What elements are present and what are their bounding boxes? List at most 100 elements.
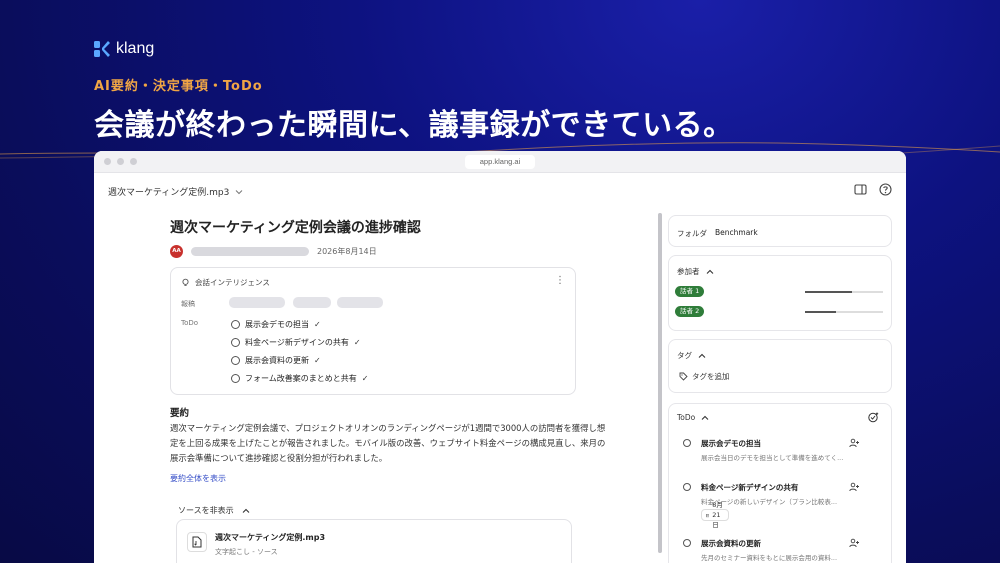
add-tag-button[interactable]: タグを追加: [679, 371, 730, 382]
intelligence-card: 会話インテリジェンス ⋮ 報稿 ToDo 展示会デモの担当 ✓ 料金ページ新デザ…: [170, 267, 576, 395]
source-file-name: 週次マーケティング定例.mp3: [215, 533, 326, 542]
todo-list: 展示会デモの担当 ✓ 料金ページ新デザインの共有 ✓ 展示会資料の更新 ✓ フォ…: [231, 315, 368, 387]
speaker-share-fill: [805, 291, 852, 293]
chevron-down-icon: [236, 189, 243, 194]
file-title-dropdown[interactable]: 週次マーケティング定例.mp3: [108, 185, 243, 198]
todo-item[interactable]: 料金ページ新デザインの共有 ✓: [231, 333, 368, 351]
todo-checkbox[interactable]: [683, 439, 691, 447]
add-tag-label: タグを追加: [692, 372, 730, 381]
url-bar[interactable]: app.klang.ai: [465, 155, 535, 169]
due-date-chip[interactable]: 8月21日: [701, 501, 730, 529]
todo-item[interactable]: 展示会資料の更新 ✓: [231, 351, 368, 369]
participants-panel: 参加者 話者 1 話者 2: [668, 255, 892, 331]
file-title-label: 週次マーケティング定例.mp3: [108, 188, 230, 198]
window-titlebar: app.klang.ai: [94, 151, 906, 173]
todo-item[interactable]: 展示会デモの担当 ✓: [231, 315, 368, 333]
scrollbar-thumb[interactable]: [658, 213, 662, 553]
speaker-share-bar: [805, 291, 883, 293]
todo-item-label: 展示会デモの担当: [245, 319, 309, 329]
toolbar: 週次マーケティング定例.mp3: [94, 173, 906, 207]
scrollbar[interactable]: [658, 213, 662, 553]
summary-heading: 要約: [170, 408, 190, 419]
doc-meta: AA 2026年8月14日: [170, 245, 377, 258]
todo-panel: ToDo 展示会デモの担当 展示会当日のデモを担当として準備を進めてく... 料…: [668, 403, 892, 563]
assign-user-icon[interactable]: [849, 538, 859, 548]
tag-icon: [679, 372, 688, 381]
hide-sources-toggle[interactable]: ソースを非表示: [178, 505, 250, 516]
source-file-sub: 文字起こし - ソース: [215, 548, 278, 556]
toolbar-icons: [854, 183, 892, 196]
todo-checkbox[interactable]: [231, 319, 240, 329]
folder-value[interactable]: Benchmark: [715, 228, 758, 237]
intelligence-heading: 会話インテリジェンス: [195, 278, 270, 287]
todo-item-label: フォーム改善案のまとめと共有: [245, 373, 357, 383]
speaker-badge[interactable]: 話者 1: [675, 286, 705, 297]
checkmark-icon: ✓: [353, 337, 361, 347]
help-icon[interactable]: [879, 183, 892, 196]
checkmark-icon: ✓: [314, 355, 321, 365]
chevron-up-icon: [706, 269, 713, 274]
todo-panel-header[interactable]: ToDo: [677, 413, 709, 422]
folder-label: フォルダ: [677, 229, 707, 238]
speaker-share-bar: [805, 311, 883, 313]
todo-item[interactable]: フォーム改善案のまとめと共有 ✓: [231, 369, 368, 387]
chevron-up-icon: [242, 508, 249, 513]
source-card[interactable]: 週次マーケティング定例.mp3 文字起こし - ソース: [176, 519, 572, 563]
chevron-up-icon: [698, 353, 706, 358]
todo-side-desc: 先月のセミナー資料をもとに展示会用の資料...: [701, 554, 838, 562]
close-dot[interactable]: [104, 158, 111, 165]
decisions-label: 報稿: [181, 300, 195, 308]
participants-label: 参加者: [677, 267, 700, 276]
hero-tagline: AI要約・決定事項・ToDo: [94, 79, 263, 94]
todo-panel-label: ToDo: [677, 413, 696, 422]
todo-checkbox[interactable]: [683, 539, 691, 547]
todo-label: ToDo: [181, 319, 199, 327]
todo-checkbox[interactable]: [231, 373, 240, 383]
checkmark-icon: ✓: [361, 373, 369, 383]
minimize-dot[interactable]: [117, 158, 124, 165]
app-window: app.klang.ai 週次マーケティング定例.mp3 週次マーケティング定例…: [94, 151, 906, 563]
summary-text: 週次マーケティング定例会議で、プロジェクトオリオンのランディングページが1週間で…: [170, 423, 606, 463]
lightbulb-icon: [182, 278, 189, 286]
intelligence-header: 会話インテリジェンス: [181, 277, 270, 288]
tags-panel: タグ タグを追加: [668, 339, 892, 393]
decision-chip-redacted: [293, 297, 331, 308]
assign-user-icon[interactable]: [849, 482, 859, 492]
speaker-badge[interactable]: 話者 2: [675, 306, 705, 317]
brand-name: klang: [116, 40, 155, 57]
checkmark-icon: ✓: [314, 319, 321, 329]
avatar[interactable]: AA: [170, 245, 183, 258]
panel-toggle-icon[interactable]: [854, 183, 867, 196]
assign-user-icon[interactable]: [849, 438, 859, 448]
chevron-up-icon: [701, 415, 709, 420]
tags-header[interactable]: タグ: [677, 350, 706, 361]
author-name-redacted: [191, 247, 309, 256]
speaker-share-fill: [805, 311, 837, 313]
todo-side-desc: 展示会当日のデモを担当として準備を進めてく...: [701, 454, 844, 462]
todo-checkbox[interactable]: [231, 355, 240, 365]
folder-panel: フォルダ Benchmark: [668, 215, 892, 247]
due-date-label: 8月21日: [712, 501, 723, 529]
add-todo-icon[interactable]: [868, 412, 879, 423]
show-full-summary-link[interactable]: 要約全体を表示: [170, 473, 226, 484]
todo-side-title: 展示会資料の更新: [701, 539, 761, 548]
page-title: 週次マーケティング定例会議の進捗確認: [170, 220, 421, 236]
hide-sources-label: ソースを非表示: [178, 506, 234, 515]
audio-file-icon: [187, 532, 207, 552]
todo-item-label: 展示会資料の更新: [245, 355, 309, 365]
main-content: 週次マーケティング定例会議の進捗確認 AA 2026年8月14日 会話インテリジ…: [94, 207, 654, 563]
todo-side-title: 料金ページ新デザインの共有: [701, 483, 799, 492]
more-options-icon[interactable]: ⋮: [555, 276, 565, 286]
todo-side-title: 展示会デモの担当: [701, 439, 761, 448]
side-panel: フォルダ Benchmark 参加者 話者 1 話者 2 タグ タグを追加 To…: [668, 207, 894, 563]
todo-item-label: 料金ページ新デザインの共有: [245, 337, 349, 347]
window-controls: [104, 158, 137, 165]
todo-checkbox[interactable]: [231, 337, 240, 347]
doc-date: 2026年8月14日: [317, 247, 377, 256]
todo-checkbox[interactable]: [683, 483, 691, 491]
participants-header[interactable]: 参加者: [677, 266, 714, 277]
decision-chip-redacted: [337, 297, 383, 308]
tags-label: タグ: [677, 351, 692, 360]
calendar-icon: [706, 513, 710, 517]
maximize-dot[interactable]: [130, 158, 137, 165]
